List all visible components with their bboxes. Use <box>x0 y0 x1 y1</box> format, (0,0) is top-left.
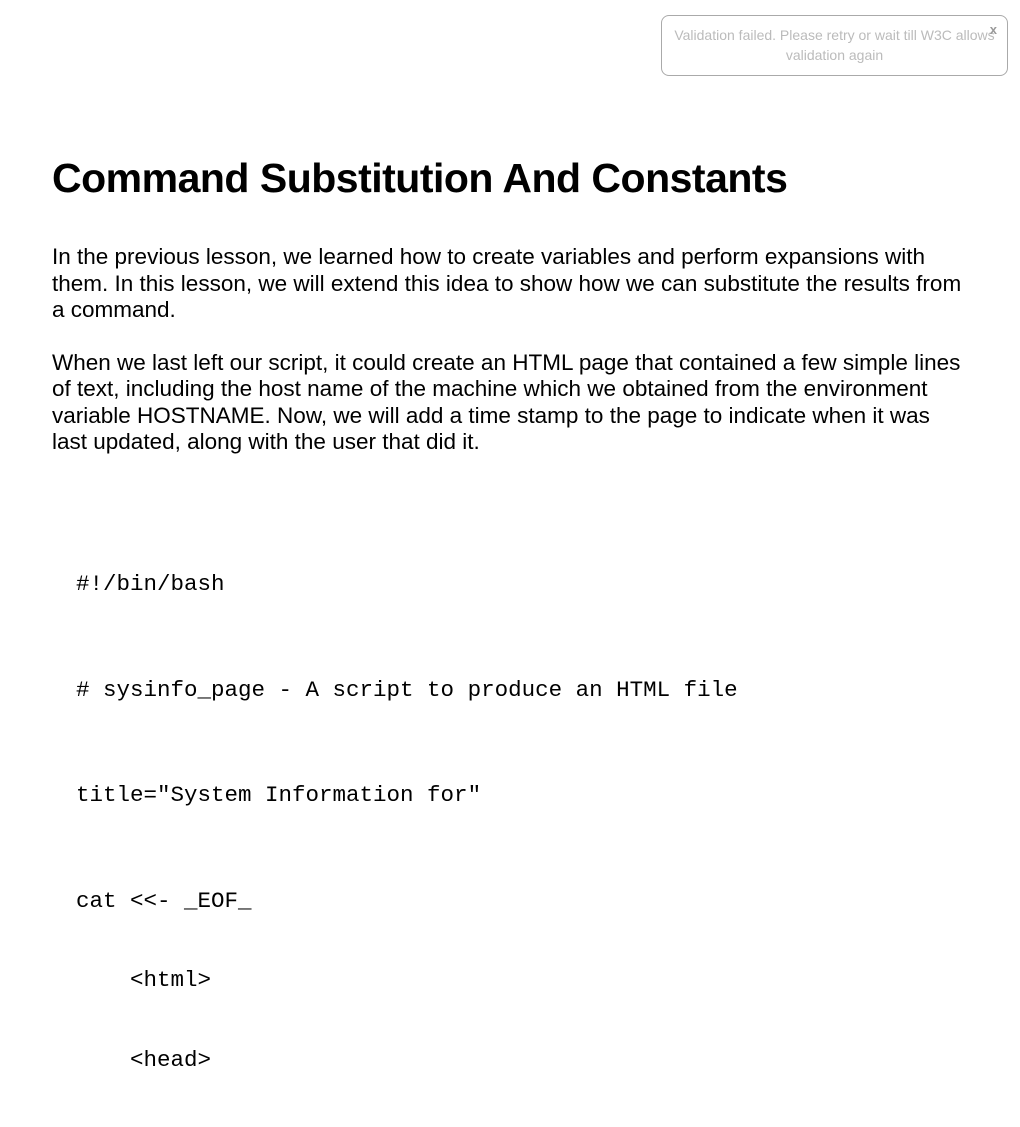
code-block: #!/bin/bash # sysinfo_page - A script to… <box>76 518 968 1127</box>
code-line: #!/bin/bash <box>76 571 968 598</box>
page-title: Command Substitution And Constants <box>52 155 968 202</box>
code-line: <head> <box>76 1047 968 1074</box>
notification-text: Validation failed. Please retry or wait … <box>674 26 995 65</box>
code-line: # sysinfo_page - A script to produce an … <box>76 677 968 704</box>
main-content: Command Substitution And Constants In th… <box>0 0 1020 1127</box>
intro-paragraph-1: In the previous lesson, we learned how t… <box>52 244 968 324</box>
code-line: cat <<- _EOF_ <box>76 888 968 915</box>
code-line: <html> <box>76 967 968 994</box>
validation-notification: Validation failed. Please retry or wait … <box>661 15 1008 76</box>
code-line: title="System Information for" <box>76 782 968 809</box>
intro-paragraph-2: When we last left our script, it could c… <box>52 350 968 456</box>
close-icon[interactable]: x <box>990 22 997 37</box>
